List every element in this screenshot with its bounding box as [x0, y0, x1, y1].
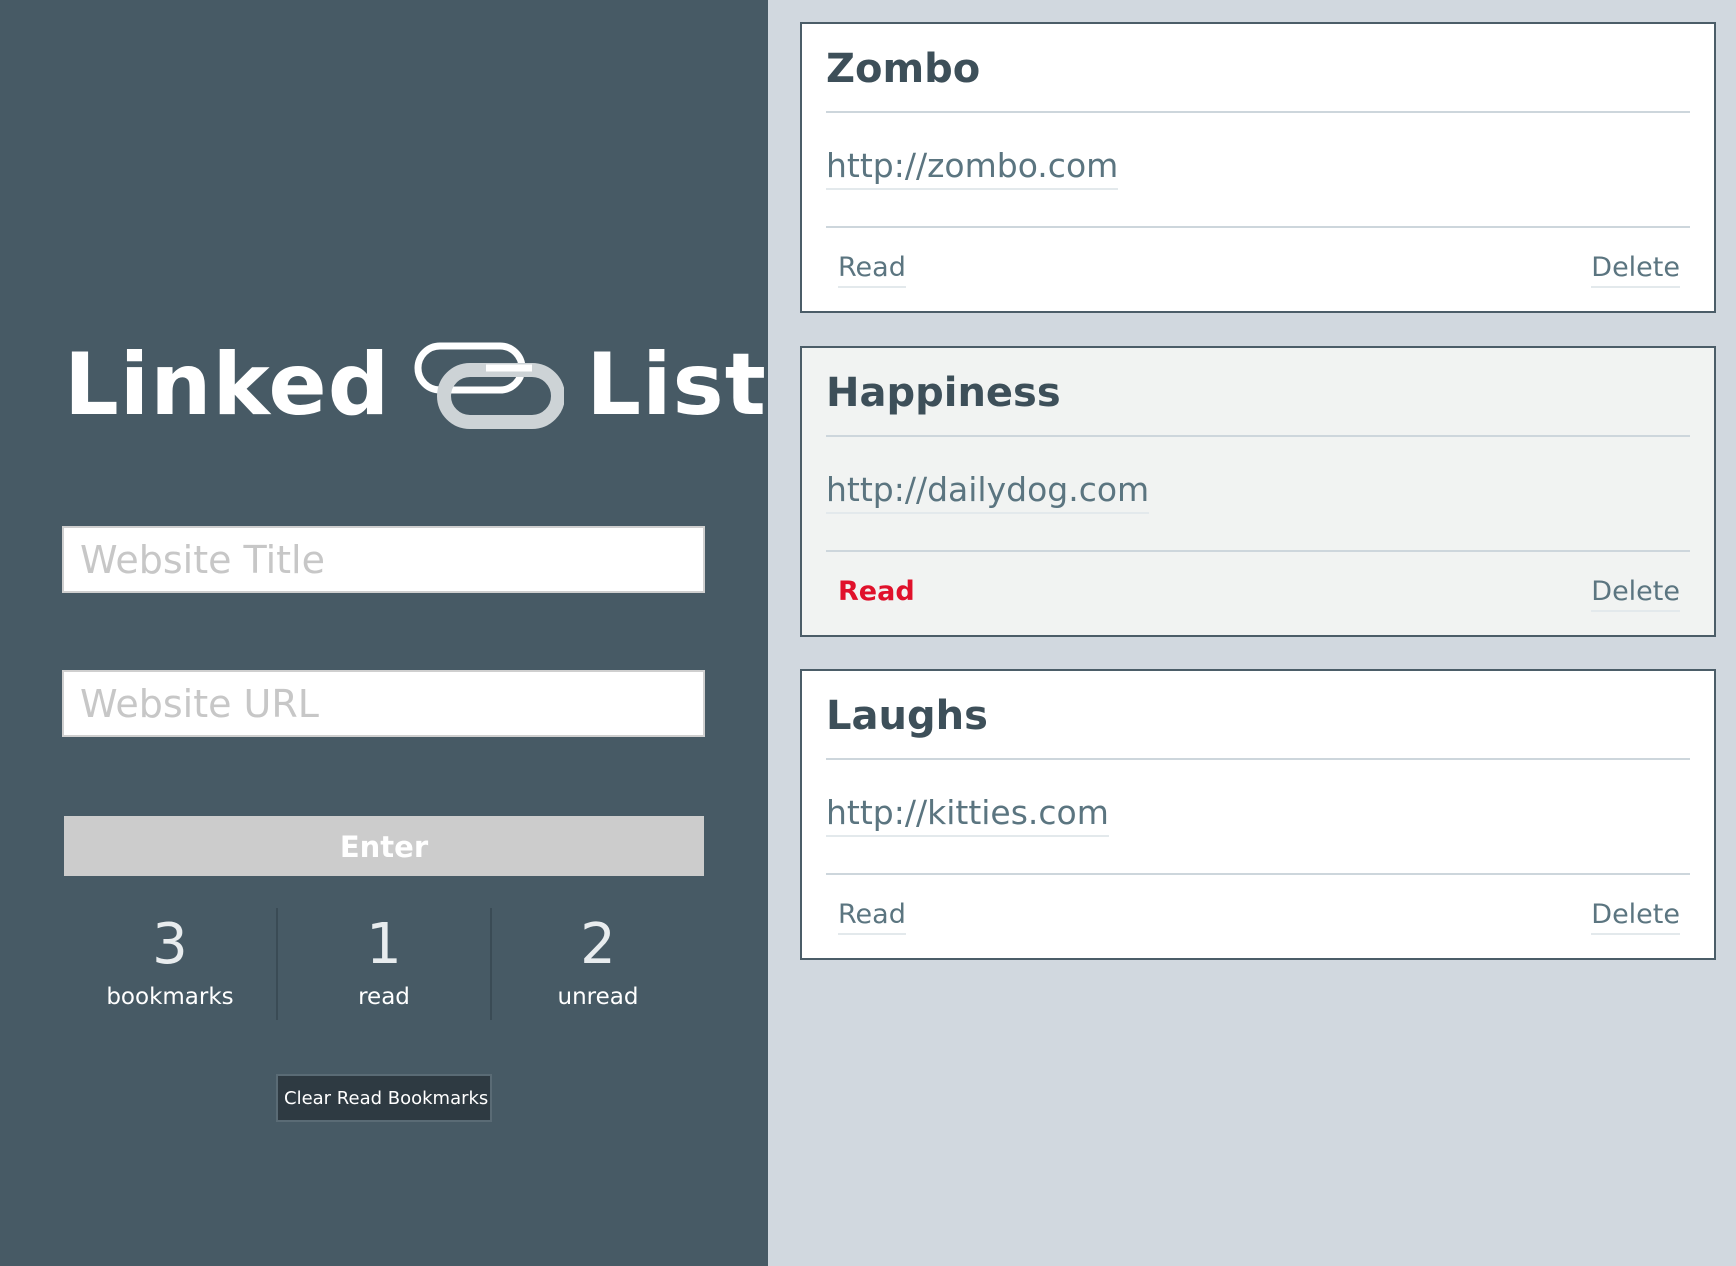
stat-unread-count: 2 [580, 912, 616, 977]
stat-read: 1 read [278, 908, 490, 1020]
divider [826, 550, 1690, 552]
stat-read-label: read [358, 984, 410, 1010]
bookmark-url-link[interactable]: http://dailydog.com [826, 470, 1150, 514]
stat-bookmarks-label: bookmarks [106, 984, 234, 1010]
chain-link-icon [414, 342, 565, 429]
bookmark-card: Happiness http://dailydog.com Read Delet… [800, 346, 1716, 637]
bookmark-title: Zombo [826, 46, 981, 92]
clear-read-bookmarks-button[interactable]: Clear Read Bookmarks [276, 1074, 492, 1122]
divider [826, 873, 1690, 875]
divider [826, 435, 1690, 437]
bookmark-card: Zombo http://zombo.com Read Delete [800, 22, 1716, 313]
stat-unread-label: unread [557, 984, 639, 1010]
logo-word-right: List [586, 335, 767, 435]
delete-button[interactable]: Delete [1591, 574, 1680, 612]
stat-read-count: 1 [366, 912, 402, 977]
app-logo: Linked List [64, 330, 767, 440]
read-button[interactable]: Read [838, 897, 906, 935]
bookmark-title: Happiness [826, 370, 1061, 416]
divider [826, 226, 1690, 228]
sidebar-panel: Linked List Enter 3 bookmarks 1 read 2 u… [0, 0, 768, 1266]
bookmark-url-link[interactable]: http://kitties.com [826, 793, 1109, 837]
divider [826, 111, 1690, 113]
bookmark-title: Laughs [826, 693, 988, 739]
delete-button[interactable]: Delete [1591, 250, 1680, 288]
read-button[interactable]: Read [838, 574, 915, 610]
bookmark-url-link[interactable]: http://zombo.com [826, 146, 1119, 190]
stat-unread: 2 unread [492, 908, 704, 1020]
stat-bookmarks: 3 bookmarks [64, 908, 276, 1020]
stat-bookmarks-count: 3 [152, 912, 188, 977]
bookmark-card: Laughs http://kitties.com Read Delete [800, 669, 1716, 960]
delete-button[interactable]: Delete [1591, 897, 1680, 935]
logo-word-left: Linked [64, 335, 391, 435]
read-button[interactable]: Read [838, 250, 906, 288]
bookmark-stats: 3 bookmarks 1 read 2 unread [64, 908, 704, 1020]
divider [826, 758, 1690, 760]
website-title-input[interactable] [62, 526, 705, 593]
website-url-input[interactable] [62, 670, 705, 737]
enter-button[interactable]: Enter [64, 816, 704, 876]
